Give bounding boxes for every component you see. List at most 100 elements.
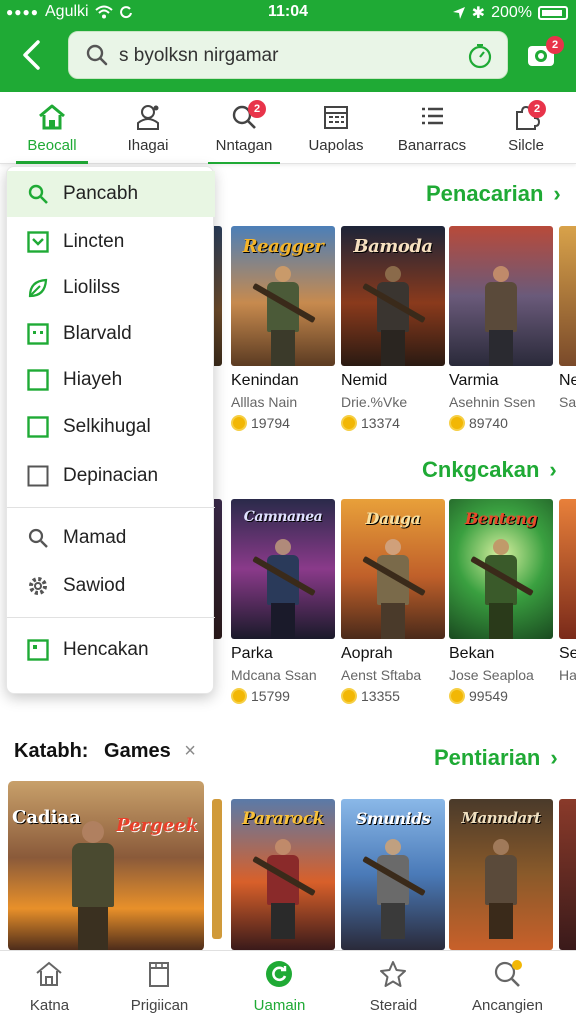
menu-divider [7, 617, 215, 618]
cover-title: Smunids [355, 809, 431, 828]
tab-uapolas[interactable]: Uapolas [288, 92, 384, 164]
cart-badge: 2 [546, 36, 564, 54]
soldier-figure [470, 539, 534, 639]
menu-item-label: Hiayeh [63, 369, 123, 390]
timer-icon[interactable] [467, 43, 493, 69]
coin-icon [231, 415, 247, 431]
menu-item-sawiod[interactable]: Sawiod [7, 563, 215, 609]
search-icon [494, 960, 522, 987]
nav-item-ancangien[interactable]: Ancangien [450, 951, 565, 1024]
battery-icon [538, 6, 568, 20]
game-cover [449, 226, 553, 366]
search-icon [86, 44, 108, 66]
menu-item-pancabh[interactable]: Pancabh [7, 171, 215, 217]
coin-icon [341, 688, 357, 704]
menu-item-depinacian[interactable]: Depinacian [7, 453, 215, 499]
soldier-figure [252, 266, 316, 366]
game-name: Nemid [341, 372, 388, 389]
tab-ihagai[interactable]: Ihagai [100, 92, 196, 164]
tab-silcle[interactable]: 2 Silcle [478, 92, 574, 164]
nav-item-steraid[interactable]: Steraid [336, 951, 451, 1024]
menu-item-mamad[interactable]: Mamad [7, 515, 215, 561]
game-subtitle: Mdcana Ssan [231, 667, 317, 683]
checkbox-icon [27, 369, 49, 391]
game-subtitle: Ha [559, 667, 576, 683]
close-icon[interactable]: × [184, 740, 196, 762]
menu-item-hencakan[interactable]: Hencakan [7, 627, 215, 673]
soldier-figure [252, 539, 316, 639]
tab-label: Ihagai [127, 137, 169, 154]
checkbox-checked-icon [27, 231, 49, 253]
game-cover: Smunids [341, 799, 445, 950]
star-icon [380, 961, 406, 987]
menu-item-selkihugal[interactable]: Selkihugal [7, 404, 215, 450]
back-button[interactable] [16, 36, 50, 74]
tab-badge: 2 [528, 100, 546, 118]
menu-item-label: Sawiod [63, 575, 126, 596]
menu-divider [7, 507, 215, 508]
cover-title: Camnanea [243, 509, 323, 525]
menu-item-label: Lincten [63, 231, 125, 252]
face-box-icon [27, 323, 49, 345]
game-cover [559, 499, 576, 639]
cover-title: Manndart [461, 809, 541, 827]
game-subtitle: Asehnin Ssen [449, 394, 536, 410]
tab-badge: 2 [248, 100, 266, 118]
search-icon [28, 528, 48, 548]
search-bar[interactable] [68, 31, 508, 79]
search-input[interactable] [119, 40, 449, 72]
game-stat: 13374 [341, 415, 453, 431]
nav-label: Prigiican [130, 997, 189, 1014]
featured-title-main: Games [104, 740, 171, 762]
chevron-right-icon: › [553, 181, 561, 206]
game-stat-value: 99549 [469, 688, 508, 704]
user-icon [137, 105, 159, 130]
section-link-pentiarian[interactable]: Pentiarian › [434, 745, 558, 771]
menu-item-label: Mamad [63, 527, 127, 548]
soldier-figure [362, 539, 426, 639]
tab-beocall[interactable]: Beocall [4, 92, 100, 164]
game-subtitle: Drie.%Vke [341, 394, 408, 410]
nav-item-katna[interactable]: Katna [0, 951, 107, 1024]
menu-item-lincten[interactable]: Lincten [7, 219, 215, 265]
game-cover: Pararock [231, 799, 335, 950]
nav-item-prigiican[interactable]: Prigiican [102, 951, 217, 1024]
checkbox-icon [27, 416, 49, 438]
game-cover: Reagger [231, 226, 335, 366]
section-link-penacarian[interactable]: Penacarian › [426, 181, 561, 207]
game-cover [559, 799, 576, 950]
featured-title: Katabh: Games × [14, 740, 196, 763]
location-icon [452, 7, 465, 19]
game-stat: 13355 [341, 688, 453, 704]
game-name: Bekan [449, 645, 495, 662]
game-name: Varmia [449, 372, 499, 389]
bookmark-icon [149, 962, 169, 987]
back-arrow-icon [23, 40, 40, 70]
game-stat: 89740 [449, 415, 561, 431]
section-link-label: Pentiarian [434, 745, 541, 770]
nav-label: Steraid [369, 997, 418, 1014]
game-stat-value: 89740 [469, 415, 508, 431]
section-link-cnkgcakan[interactable]: Cnkgcakan › [422, 457, 557, 483]
tab-label: Banarracs [397, 137, 467, 154]
app-screen: ●●●● Agulki 11:04 ✱ 200% 2 [0, 0, 576, 1024]
game-cover [212, 799, 222, 939]
game-cover: Manndart [449, 799, 553, 950]
game-subtitle: Aenst Sftaba [341, 667, 422, 683]
soldier-figure [252, 839, 316, 939]
bottom-navigation: Katna Prigiican Uamain Steraid Ancangien [0, 950, 576, 1024]
tab-nntagan[interactable]: 2 Nntagan [196, 92, 292, 164]
menu-item-label: Depinacian [63, 465, 159, 486]
game-stat-value: 13355 [361, 688, 400, 704]
menu-item-blarvald[interactable]: Blarvald [7, 311, 215, 357]
game-stat-value: 13374 [361, 415, 400, 431]
tab-banarracs[interactable]: Banarracs [384, 92, 480, 164]
game-subtitle: Alllas Nain [231, 394, 298, 410]
cart-button[interactable]: 2 [526, 36, 564, 70]
nav-item-uamain[interactable]: Uamain [222, 951, 337, 1024]
menu-item-hiayeh[interactable]: Hiayeh [7, 357, 215, 403]
cover-title: Reagger [242, 236, 324, 257]
tab-label: Nntagan [215, 137, 273, 154]
game-cover: Dauga [341, 499, 445, 639]
menu-item-liolilss[interactable]: Liolilss [7, 265, 215, 311]
